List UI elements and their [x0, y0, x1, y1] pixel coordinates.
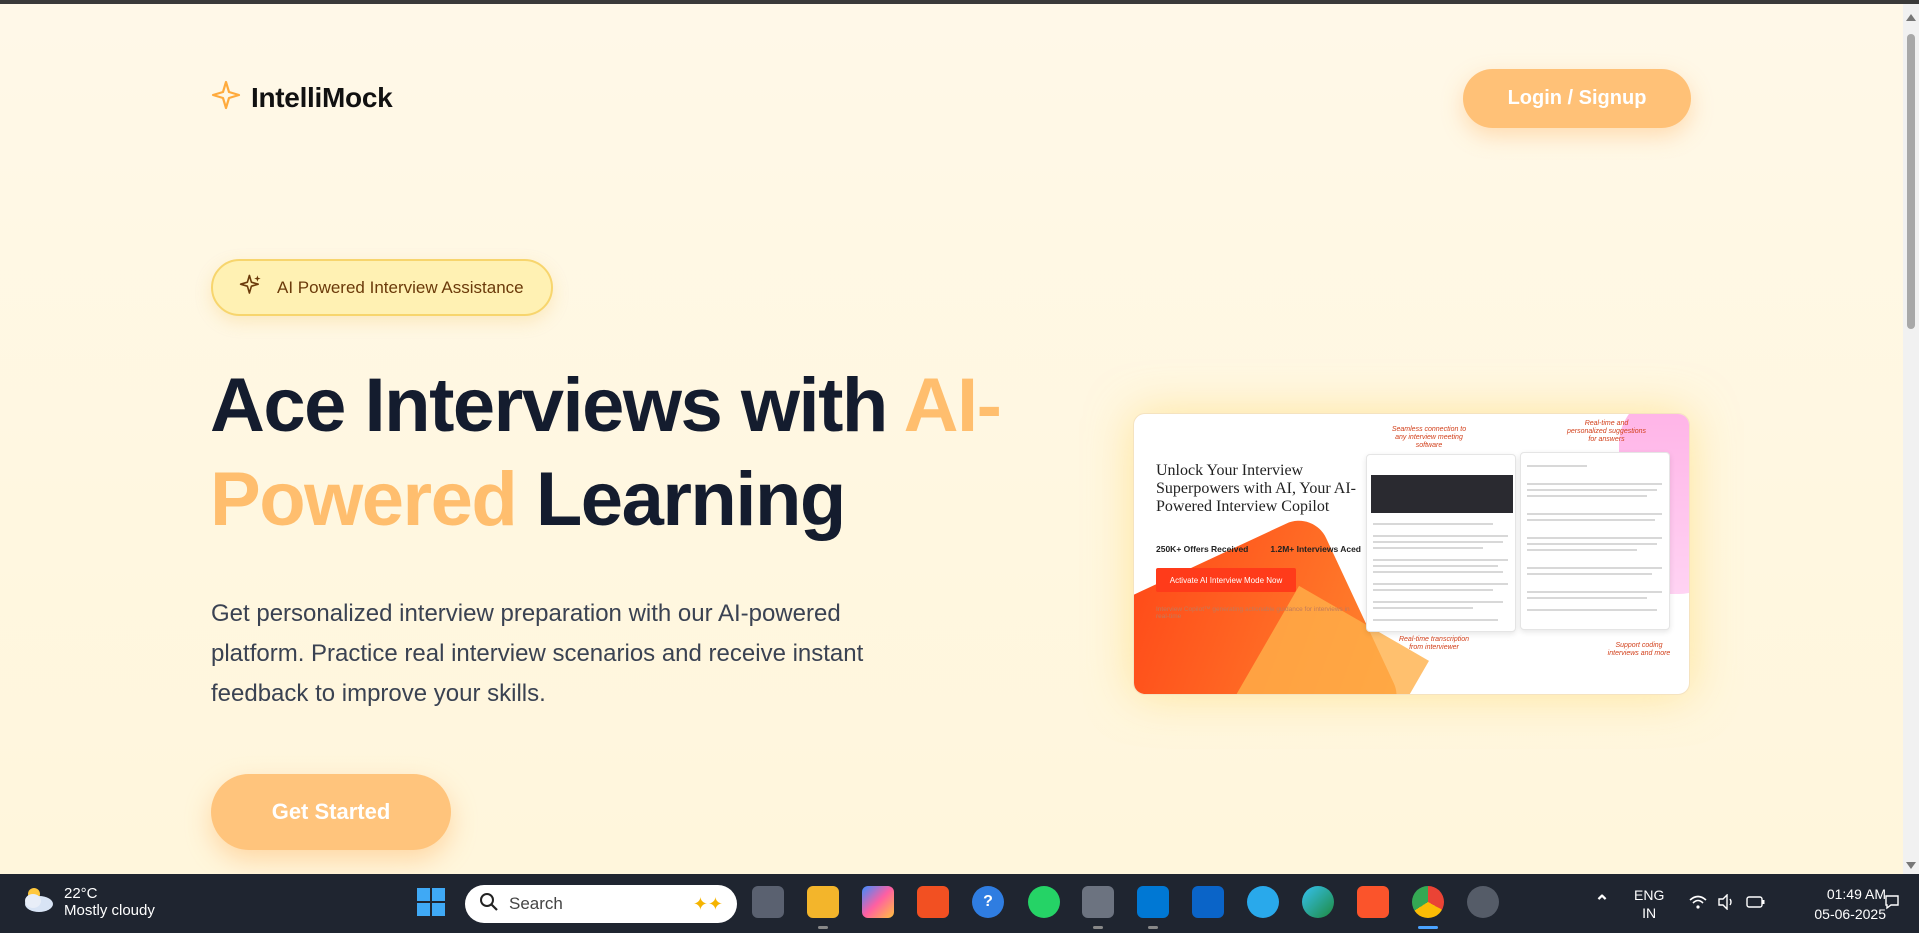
page-scrollbar[interactable]	[1903, 4, 1919, 874]
logo[interactable]: IntelliMock	[211, 80, 393, 115]
battery-icon[interactable]	[1740, 886, 1772, 918]
edge-icon[interactable]	[1302, 886, 1334, 918]
preview-title: Unlock Your Interview Superpowers with A…	[1156, 462, 1356, 515]
preview-note-connection: Seamless connection to any interview mee…	[1391, 426, 1467, 449]
weather-temp: 22°C	[64, 884, 98, 902]
taskbar-search[interactable]: Search ✦✦	[465, 885, 737, 923]
vscode-running-indicator	[1148, 926, 1158, 929]
sparkle-icon	[239, 273, 263, 302]
help-icon[interactable]: ?	[972, 886, 1004, 918]
lang-line2: IN	[1642, 905, 1657, 921]
sparkle-icon: ✦✦	[692, 893, 723, 914]
hero-title-part1: Ace Interviews with	[210, 363, 904, 448]
camera-running-indicator	[1093, 926, 1103, 929]
system-clock[interactable]: 01:49 AM 05-06-2025	[1786, 884, 1886, 924]
preview-stats: 250K+ Offers Received 1.2M+ Interviews A…	[1156, 544, 1361, 554]
hero-title: Ace Interviews with AI-Powered Learning	[210, 359, 1010, 547]
badge-text: AI Powered Interview Assistance	[277, 277, 524, 297]
preview-note-coding: Support coding interviews and more	[1607, 642, 1671, 657]
preview-stat-offers: 250K+ Offers Received	[1156, 544, 1249, 554]
settings-icon[interactable]	[1467, 886, 1499, 918]
ai-badge: AI Powered Interview Assistance	[211, 259, 553, 316]
store-icon[interactable]	[917, 886, 949, 918]
volume-icon[interactable]	[1710, 886, 1742, 918]
logo-text: IntelliMock	[251, 81, 393, 113]
search-placeholder: Search	[509, 894, 563, 913]
product-preview-image: Unlock Your Interview Superpowers with A…	[1133, 413, 1690, 695]
chevron-up-icon[interactable]: ⌃	[1586, 886, 1618, 918]
preview-transcript-panel	[1366, 454, 1516, 632]
preview-subtext: Interview Copilot™ generating actionable…	[1156, 606, 1350, 620]
file-explorer-icon[interactable]	[807, 886, 839, 918]
weather-cloud-icon	[20, 884, 56, 919]
landing-page: IntelliMock Login / Signup AI Powered In…	[0, 4, 1903, 874]
whatsapp-icon[interactable]	[1028, 886, 1060, 918]
scroll-thumb[interactable]	[1907, 34, 1915, 329]
scroll-down-arrow[interactable]	[1906, 862, 1916, 869]
preview-answer-panel	[1520, 452, 1670, 630]
clock-time: 01:49 AM	[1826, 886, 1886, 902]
windows-start-icon[interactable]	[415, 886, 447, 918]
get-started-button[interactable]: Get Started	[211, 774, 451, 850]
telegram-icon[interactable]	[1247, 886, 1279, 918]
weather-widget[interactable]: 22°C Mostly cloudy	[20, 884, 155, 919]
search-icon	[479, 892, 499, 917]
sparkle-icon	[211, 80, 241, 115]
copilot-icon[interactable]	[862, 886, 894, 918]
chrome-active-indicator	[1418, 926, 1438, 929]
preview-stat-interviews: 1.2M+ Interviews Aced	[1270, 544, 1362, 554]
clock-date: 05-06-2025	[1814, 906, 1886, 922]
notification-icon[interactable]	[1876, 886, 1908, 918]
chrome-icon[interactable]	[1412, 886, 1444, 918]
weather-desc: Mostly cloudy	[64, 901, 155, 919]
scroll-up-arrow[interactable]	[1906, 14, 1916, 21]
task-view-icon[interactable]	[752, 886, 784, 918]
preview-note-transcription: Real-time transcription from interviewer	[1398, 636, 1470, 651]
preview-activate-button: Activate AI Interview Mode Now	[1156, 568, 1296, 592]
hero-description: Get personalized interview preparation w…	[211, 600, 864, 707]
hero-title-part2: Learning	[516, 457, 846, 542]
language-indicator[interactable]: ENG IN	[1634, 886, 1664, 922]
outlook-icon[interactable]	[1192, 886, 1224, 918]
lang-line1: ENG	[1634, 887, 1665, 903]
login-signup-button[interactable]: Login / Signup	[1463, 69, 1691, 128]
file-explorer-running-indicator	[818, 926, 828, 929]
preview-note-suggestions: Real-time and personalized suggestions f…	[1567, 420, 1646, 443]
camera-icon[interactable]	[1082, 886, 1114, 918]
preview-video	[1371, 475, 1513, 513]
brave-icon[interactable]	[1357, 886, 1389, 918]
vscode-icon[interactable]	[1137, 886, 1169, 918]
windows-taskbar: 22°C Mostly cloudy Search ✦✦ ? ⌃ ENG IN	[0, 874, 1919, 933]
